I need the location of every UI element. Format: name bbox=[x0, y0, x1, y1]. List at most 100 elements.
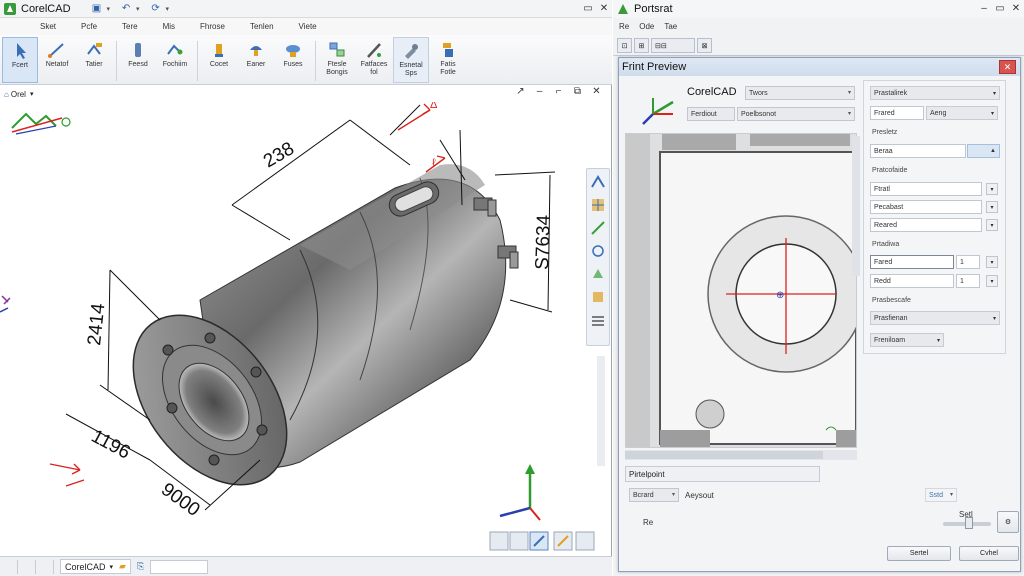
spin-button[interactable]: ▾ bbox=[986, 201, 998, 213]
settings-select[interactable]: Prasfienan ▾ bbox=[870, 311, 1000, 325]
ribbon-button-layers[interactable]: Fatis Fotle bbox=[430, 37, 466, 83]
menu-item[interactable]: Ode bbox=[639, 22, 654, 31]
settings-field[interactable]: Fared bbox=[870, 255, 954, 269]
menu-item[interactable]: Mis bbox=[163, 22, 175, 31]
restore-view-icon[interactable]: ⧉ bbox=[568, 86, 587, 102]
spin-button[interactable]: ▾ bbox=[986, 275, 998, 287]
restore-button[interactable]: ▭ bbox=[992, 0, 1008, 17]
menu-item[interactable]: Tenlen bbox=[250, 22, 274, 31]
settings-header[interactable]: Prastalirek ▾ bbox=[870, 86, 1000, 100]
undo-dropdown-icon[interactable]: ▾ bbox=[136, 5, 140, 13]
undo-icon[interactable]: ↶ bbox=[118, 2, 134, 16]
track-icon[interactable] bbox=[589, 288, 607, 306]
save-icon[interactable]: ▣ bbox=[89, 2, 105, 16]
preview-horizontal-scrollbar[interactable] bbox=[625, 450, 857, 460]
minimize-button[interactable]: – bbox=[976, 0, 992, 17]
settings-field[interactable]: Pecabast bbox=[870, 200, 982, 214]
statusbar-field[interactable] bbox=[150, 559, 209, 574]
fit-view-icon[interactable]: ⌐ bbox=[549, 86, 568, 102]
right-select[interactable]: Sstd ▾ bbox=[925, 488, 957, 502]
printer-select[interactable]: Twors ▾ bbox=[745, 86, 855, 100]
settings-field[interactable]: Beraa bbox=[870, 144, 966, 158]
scale-slider-thumb[interactable] bbox=[965, 517, 973, 529]
viewport-mini-toolbar[interactable] bbox=[489, 531, 595, 551]
ribbon-button-line[interactable]: Netatof bbox=[39, 37, 75, 83]
ribbon-button-shape[interactable]: Cocet bbox=[201, 37, 237, 83]
menu-item[interactable]: Tae bbox=[664, 22, 677, 31]
settings-field[interactable]: Frared bbox=[870, 106, 924, 120]
snap-icon[interactable] bbox=[589, 173, 607, 191]
settings-label: Prasbescafe bbox=[872, 296, 911, 304]
ribbon-button-mirror[interactable]: Feesd bbox=[120, 37, 156, 83]
ribbon-button-blocks[interactable]: Ftesle Bongis bbox=[319, 37, 355, 83]
save-dropdown-icon[interactable]: ▾ bbox=[107, 5, 111, 13]
view-controls: ↗ – ⌐ ⧉ ✕ bbox=[511, 86, 606, 102]
cancel-button[interactable]: Cvhel bbox=[959, 546, 1019, 561]
settings-number[interactable]: 1 bbox=[956, 255, 980, 269]
grid-icon[interactable] bbox=[589, 196, 607, 214]
redo-icon[interactable]: ⟳ bbox=[148, 2, 164, 16]
settings-field[interactable]: Reared bbox=[870, 218, 982, 232]
menu-item[interactable]: Fhrose bbox=[200, 22, 225, 31]
statusbar-cell bbox=[0, 559, 18, 574]
ribbon-label: Fatfaces fol bbox=[360, 61, 388, 76]
paper-select[interactable]: Poelbsonot ▾ bbox=[737, 107, 855, 121]
ribbon-button-extrude[interactable]: Fochiim bbox=[157, 37, 193, 83]
preview-vertical-scrollbar[interactable] bbox=[852, 136, 860, 276]
settings-select[interactable]: Freniloam ▾ bbox=[870, 333, 944, 347]
settings-field[interactable]: Redd bbox=[870, 274, 954, 288]
menu-item[interactable]: Sket bbox=[40, 22, 56, 31]
settings-number[interactable]: 1 bbox=[956, 274, 980, 288]
spin-button[interactable]: ▾ bbox=[986, 219, 998, 231]
print-tool-button[interactable]: ⊞ bbox=[634, 38, 649, 53]
view-tab[interactable]: ⌂ Orel ▾ bbox=[4, 90, 33, 99]
polar-icon[interactable] bbox=[589, 242, 607, 260]
settings-spin-up[interactable]: ▲ bbox=[967, 144, 1000, 158]
menu-item[interactable]: Pcfe bbox=[81, 22, 97, 31]
settings-select[interactable]: Aeng ▾ bbox=[926, 106, 998, 120]
statusbar-app-selector[interactable]: CorelCAD ▾ ▰ bbox=[60, 559, 131, 574]
print-preview-area[interactable]: ⊕ bbox=[625, 133, 857, 448]
close-button[interactable]: ✕ bbox=[596, 0, 612, 17]
bottom-select[interactable]: Bcrard ▾ bbox=[629, 488, 679, 502]
cylinder-part[interactable] bbox=[102, 164, 519, 514]
lineweight-icon[interactable] bbox=[589, 311, 607, 329]
side-toolbar bbox=[586, 168, 610, 346]
print-tool-button[interactable]: ⊡ bbox=[617, 38, 632, 53]
print-menubar: Re Ode Tae bbox=[613, 18, 1024, 35]
drawing-viewport[interactable]: 238 S7634 2414 1196 9000 Δ ℓ bbox=[0, 102, 612, 556]
settings-field[interactable]: Ftratl bbox=[870, 182, 982, 196]
osnap-icon[interactable] bbox=[589, 265, 607, 283]
scroll-thumb[interactable] bbox=[625, 451, 823, 459]
ribbon-button-cloud[interactable]: Fuses bbox=[275, 37, 311, 83]
chevron-down-icon: ▾ bbox=[29, 91, 34, 98]
ribbon-button-tool[interactable]: Esnetal Sps bbox=[393, 37, 429, 83]
chevron-down-icon: ▾ bbox=[847, 90, 851, 96]
menu-item[interactable]: Re bbox=[619, 22, 629, 31]
spin-button[interactable]: ▾ bbox=[986, 256, 998, 268]
menu-item[interactable]: Viete bbox=[299, 22, 317, 31]
fill-icon bbox=[250, 46, 262, 56]
settings-row: Fared 1 ▾ bbox=[870, 255, 1000, 269]
close-view-icon[interactable]: ✕ bbox=[587, 86, 606, 102]
spin-button[interactable]: ▾ bbox=[986, 183, 998, 195]
rotate-icon[interactable]: ↗ bbox=[511, 86, 530, 102]
ok-button[interactable]: Sertel bbox=[887, 546, 951, 561]
ribbon-button-move[interactable]: Tatier bbox=[76, 37, 112, 83]
statusbar-icon[interactable]: ⎘ bbox=[137, 561, 144, 572]
ribbon-button-select[interactable]: Fcert bbox=[2, 37, 38, 83]
settings-button[interactable]: ⚙ bbox=[997, 511, 1019, 533]
ribbon-button-pencil[interactable]: Fatfaces fol bbox=[356, 37, 392, 83]
redo-dropdown-icon[interactable]: ▾ bbox=[166, 5, 170, 13]
restore-button[interactable]: ▭ bbox=[580, 0, 596, 17]
print-tool-button[interactable]: ⊠ bbox=[697, 38, 712, 53]
ortho-icon[interactable] bbox=[589, 219, 607, 237]
menu-item[interactable]: Tere bbox=[122, 22, 138, 31]
ribbon-button-fill[interactable]: Eaner bbox=[238, 37, 274, 83]
vertical-scrollbar[interactable] bbox=[597, 356, 605, 466]
close-button[interactable]: ✕ bbox=[1008, 0, 1024, 17]
minimize-view-icon[interactable]: – bbox=[530, 86, 549, 102]
print-tool-button[interactable]: ⊟⊟ bbox=[651, 38, 695, 53]
dialog-close-button[interactable]: ✕ bbox=[999, 60, 1016, 74]
view-tab-row: ⌂ Orel ▾ ↗ – ⌐ ⧉ ✕ bbox=[0, 86, 612, 102]
